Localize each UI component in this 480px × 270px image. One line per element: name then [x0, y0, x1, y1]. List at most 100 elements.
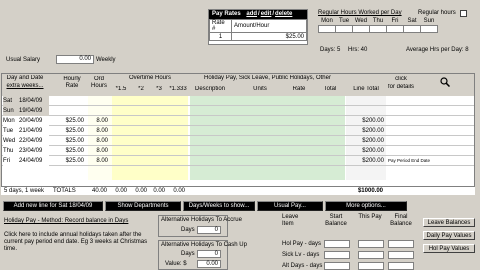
this-pay-header: This Pay — [358, 214, 382, 220]
regular-hours-day-fri: Fri — [386, 18, 404, 25]
rate-num-header: Rate # — [209, 19, 232, 33]
pay-rate-row[interactable]: 1 $25.00 — [209, 32, 307, 41]
overtime-hours-header: Overtime Hours — [128, 75, 171, 81]
hol-pay-values-button[interactable]: Hol Pay Values — [423, 244, 475, 253]
totals-bar: 5 days, 1 week TOTALS 40.00 0.00 0.00 0.… — [1, 186, 475, 195]
hours-count: Hrs: 40 — [348, 47, 368, 53]
leave-final-balance[interactable] — [388, 251, 414, 259]
alt-accrue-days-label: Days — [181, 227, 195, 233]
table-row[interactable]: Wed 22/04/09 $25.00 8.00 $200.00 — [2, 136, 474, 146]
extra-weeks-link[interactable]: extra weeks... — [4, 83, 46, 90]
regular-hours-input-fri[interactable] — [386, 24, 404, 33]
row-hourly-rate: $25.00 — [65, 118, 84, 124]
regular-hours-day-sun: Sun — [420, 18, 438, 25]
usual-pay-button[interactable]: Usual Pay... — [257, 201, 323, 211]
regular-hours-panel: Regular Hours Worked per Day Regular hou… — [318, 10, 470, 62]
regular-hours-title[interactable]: Regular Hours Worked per Day — [318, 10, 402, 16]
table-row[interactable]: Sat 18/04/09 — [2, 96, 474, 106]
table-row[interactable]: Thu 23/04/09 $25.00 8.00 $200.00 — [2, 146, 474, 156]
row-day: Wed — [3, 136, 19, 146]
leave-item-header: Leave Item — [282, 214, 299, 227]
table-row[interactable]: Sun 19/04/09 — [2, 106, 474, 116]
row-ord-hours: 8.00 — [96, 118, 108, 124]
regular-hours-day-wed: Wed — [352, 18, 370, 25]
regular-hours-input-wed[interactable] — [352, 24, 370, 33]
pay-rates-table: Rate # Amount/Hour 1 $25.00 — [209, 19, 307, 41]
row-ord-hours: 8.00 — [96, 138, 108, 144]
ot-total-1.5: 0.00 — [115, 188, 127, 194]
ot-total-3: 0.00 — [153, 188, 165, 194]
leave-start-balance[interactable] — [324, 251, 350, 259]
table-row[interactable]: Fri 24/04/09 $25.00 8.00 $200.00 Pay Period E… — [2, 156, 474, 166]
row-ord-hours: 8.00 — [96, 148, 108, 154]
row-note — [388, 106, 458, 116]
leave-row-label: Sick Lv - days — [282, 252, 320, 258]
row-date: 24/04/09 — [19, 156, 49, 166]
edit-rate-link[interactable]: edit — [261, 11, 272, 17]
days-weeks-button[interactable]: Days/Weeks to show... — [183, 201, 255, 211]
delete-rate-link[interactable]: delete — [275, 11, 292, 17]
row-hourly-rate — [54, 106, 84, 116]
separator: / — [272, 11, 275, 17]
description-header: Description — [194, 86, 225, 92]
grid-header: Day and Date extra weeks... Hourly Rate … — [2, 74, 474, 96]
holiday-method-title[interactable]: Holiday Pay - Method: Record balance in … — [4, 218, 152, 224]
hours-total: 40.00 — [91, 188, 107, 194]
leave-this-pay[interactable] — [358, 251, 384, 259]
table-row[interactable]: Mon 20/04/09 $25.00 8.00 $200.00 — [2, 116, 474, 126]
alt-cashup-label: Alternative Holidays To Cash Up — [161, 242, 247, 248]
leave-panel: Leave Item Start Balance This Pay Final … — [280, 214, 420, 270]
row-ord-hours — [88, 106, 108, 116]
row-date: 20/04/09 — [19, 116, 49, 126]
regular-hours-input-thu[interactable] — [369, 24, 387, 33]
more-options-button[interactable]: More options... — [325, 201, 407, 211]
ot-col-3: *3 — [156, 86, 162, 92]
pay-rates-header: Pay Rates add/edit/delete — [209, 10, 307, 19]
regular-hours-input-tue[interactable] — [335, 24, 353, 33]
regular-hours-day-mon: Mon — [318, 18, 336, 25]
regular-hours-input-mon[interactable] — [318, 24, 336, 33]
leave-balances-button[interactable]: Leave Balances — [423, 218, 475, 227]
holiday-method-text[interactable]: Click here to include annual holidays ta… — [4, 232, 152, 253]
totals-label: TOTALS — [53, 188, 76, 194]
leave-this-pay[interactable] — [358, 262, 384, 270]
leave-start-balance[interactable] — [324, 240, 350, 248]
row-ord-hours: 8.00 — [96, 128, 108, 134]
rate-header: Rate — [292, 86, 306, 92]
regular-hours-input-sun[interactable] — [420, 24, 438, 33]
ot-col-2: *2 — [138, 86, 144, 92]
alt-cashup-panel: Alternative Holidays To Cash Up Days 0 V… — [158, 240, 247, 270]
add-line-button[interactable]: Add new line for Sat 18/04/09 — [3, 201, 103, 211]
row-note: Pay Period End Date — [388, 158, 431, 163]
daily-pay-values-button[interactable]: Daily Pay Values — [423, 231, 475, 240]
row-hourly-rate: $25.00 — [65, 128, 84, 134]
leave-start-balance[interactable] — [324, 262, 350, 270]
usual-salary-input[interactable]: 0.00 — [56, 55, 94, 64]
pay-rates-panel: Pay Rates add/edit/delete Rate # Amount/… — [208, 9, 308, 45]
row-line-total: $200.00 — [362, 138, 384, 144]
day-date-header: Day and Date — [6, 75, 44, 81]
leave-final-balance[interactable] — [388, 262, 414, 270]
regular-hours-input-sat[interactable] — [403, 24, 421, 33]
zoom-icon[interactable] — [440, 77, 451, 88]
regular-hours-table: Mon Tue Wed Thu Fri Sat Sun — [318, 18, 438, 33]
add-rate-link[interactable]: add — [246, 11, 257, 17]
row-line-total: $200.00 — [362, 118, 384, 124]
leave-this-pay[interactable] — [358, 240, 384, 248]
alt-accrue-days-input[interactable]: 0 — [197, 226, 221, 234]
row-hourly-rate: $25.00 — [65, 138, 84, 144]
usual-salary-label: Usual Salary — [6, 57, 41, 63]
alt-cashup-days-input[interactable]: 0 — [197, 250, 221, 258]
row-line-total — [346, 106, 384, 116]
for-details-header: for details — [388, 84, 414, 90]
row-note — [388, 146, 458, 156]
days-count: Days: 5 — [320, 47, 341, 53]
regular-hours-checkbox[interactable] — [460, 10, 467, 17]
row-date: 19/04/09 — [19, 106, 49, 116]
show-departments-button[interactable]: Show Departments — [105, 201, 181, 211]
leave-final-balance[interactable] — [388, 240, 414, 248]
units-header: Units — [253, 86, 267, 92]
row-date: 18/04/09 — [19, 96, 49, 106]
alt-cashup-value-input[interactable]: 0.00 — [197, 260, 221, 268]
table-row[interactable]: Tue 21/04/09 $25.00 8.00 $200.00 — [2, 126, 474, 136]
